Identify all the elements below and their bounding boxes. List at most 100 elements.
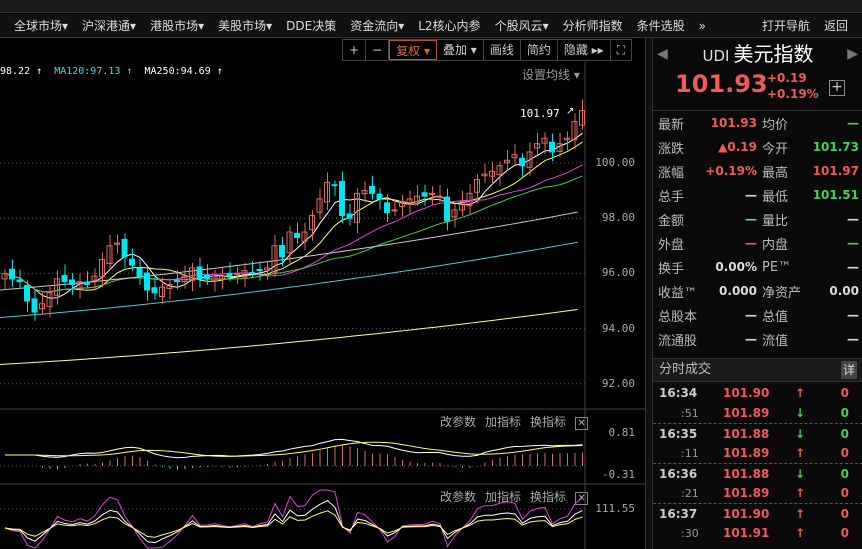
- candle: [9, 268, 15, 280]
- trade-time: :51: [681, 406, 699, 420]
- field-label: 流通股: [658, 333, 698, 349]
- change-params-button[interactable]: 改参数: [440, 490, 476, 504]
- candle: [121, 238, 128, 258]
- trade-volume: 0: [840, 426, 849, 441]
- trade-price: 101.88: [723, 466, 770, 481]
- trade-time: :21: [681, 486, 699, 500]
- candle: [346, 213, 353, 219]
- close-icon[interactable]: ✕: [575, 417, 589, 430]
- candle: [84, 281, 90, 285]
- kline-chart[interactable]: 101.97 ↗: [0, 0, 645, 549]
- price-change: +0.19 +0.19%: [767, 70, 819, 102]
- trade-time: 16:36: [659, 466, 698, 481]
- scrollbar[interactable]: [645, 38, 652, 549]
- arrow-down-icon: ↓: [795, 466, 806, 481]
- field-label: PE™: [762, 259, 792, 275]
- trade-row: :30 101.91 ↑ 0: [653, 523, 862, 543]
- field-label: 总股本: [658, 309, 698, 325]
- trade-price: 101.89: [723, 446, 770, 460]
- field-value: 0.000: [719, 284, 757, 298]
- candle: [249, 271, 255, 274]
- candle: [279, 245, 285, 258]
- field-value: —: [847, 308, 859, 322]
- candle: [421, 192, 428, 197]
- y-tick-label: 96.00: [601, 266, 635, 280]
- add-watchlist-button[interactable]: +: [829, 80, 845, 96]
- trade-time: :30: [681, 526, 699, 540]
- ma10-line: [4, 141, 583, 293]
- quote-panel: ◀ UDI 美元指数 ▶ 101.93 +0.19 +0.19% + 最新 101.9…: [652, 38, 862, 549]
- field-value: 101.97: [812, 164, 859, 178]
- field-label: 量比: [762, 213, 789, 229]
- candle: [69, 279, 75, 285]
- candle: [31, 298, 38, 313]
- candle: [256, 268, 263, 272]
- next-arrow-icon[interactable]: ▶: [847, 46, 858, 62]
- switch-indicator-button[interactable]: 换指标: [530, 490, 566, 504]
- change-params-button[interactable]: 改参数: [440, 415, 476, 429]
- arrow-down-icon: ↓: [795, 426, 806, 441]
- quote-row: 换手 0.00% PE™ —: [653, 255, 862, 279]
- candle: [226, 272, 233, 277]
- candle: [204, 274, 210, 280]
- symbol-name: 美元指数: [733, 42, 814, 66]
- candle: [136, 267, 143, 277]
- last-price: 101.93: [675, 70, 768, 98]
- field-label: 最低: [762, 189, 789, 205]
- open-nav-button[interactable]: 打开导航: [762, 17, 810, 34]
- trade-row: 16:36 101.88 ↓ 0: [653, 463, 862, 483]
- trade-price: 101.90: [723, 506, 770, 521]
- ma20-line: [4, 164, 583, 293]
- candle: [294, 232, 300, 239]
- trade-time: 16:35: [659, 426, 698, 441]
- switch-indicator-button[interactable]: 换指标: [530, 415, 566, 429]
- add-indicator-button[interactable]: 加指标: [485, 415, 521, 429]
- change-value: +0.19: [767, 71, 807, 85]
- candle: [16, 279, 23, 283]
- ma120-line: [0, 241, 578, 319]
- trade-price: 101.88: [723, 426, 770, 441]
- trade-row: :21 101.89 ↑ 0: [653, 483, 862, 503]
- y-tick-label: 94.00: [601, 321, 635, 335]
- candle: [429, 192, 435, 195]
- detail-button[interactable]: 详: [841, 361, 857, 379]
- symbol-title: UDI 美元指数: [653, 38, 862, 70]
- quote-table: 最新 101.93 均价 — 涨跌 ▲0.19 今开 101.73 涨幅 +0.19% 最高 101.…: [653, 110, 862, 351]
- trades-list: 16:34 101.90 ↑ 0:51 101.89 ↓ 0 16:35 101.88 ↓ 0:11…: [653, 383, 862, 543]
- candle: [331, 184, 338, 187]
- field-label: 总值: [762, 309, 789, 325]
- field-label: 今开: [762, 141, 789, 157]
- trade-time: 16:34: [659, 386, 698, 400]
- back-button[interactable]: 返回: [824, 17, 848, 34]
- candle: [24, 285, 30, 302]
- trade-volume: 0: [840, 466, 849, 481]
- quote-row: 收益™ 0.000 净资产 0.00: [653, 279, 862, 303]
- quote-row: 外盘 — 内盘 —: [653, 231, 862, 255]
- close-icon[interactable]: ✕: [575, 492, 589, 505]
- candle: [151, 287, 158, 294]
- candle: [339, 180, 345, 216]
- candle: [144, 272, 150, 291]
- trade-price: 101.91: [723, 526, 770, 540]
- field-label: 均价: [762, 117, 789, 133]
- quote-row: 涨幅 +0.19% 最高 101.97: [653, 159, 862, 183]
- field-label: 金额: [658, 213, 685, 229]
- ma250-line: [0, 309, 578, 365]
- field-label: 涨幅: [658, 165, 685, 181]
- arrow-down-icon: ↓: [795, 406, 806, 420]
- macd-bottom-label: -0.31: [601, 468, 635, 481]
- field-value: —: [745, 332, 757, 346]
- candle: [129, 258, 135, 266]
- field-label: 换手: [658, 261, 685, 277]
- trade-price: 101.89: [723, 486, 770, 500]
- field-label: 内盘: [762, 237, 789, 253]
- arrow-up-icon: ↑: [795, 386, 806, 400]
- trade-row: 16:34 101.90 ↑ 0: [653, 383, 862, 403]
- dea-line: [5, 441, 583, 457]
- candle: [61, 274, 68, 283]
- add-indicator-button[interactable]: 加指标: [485, 490, 521, 504]
- nav-item[interactable]: »: [699, 19, 706, 33]
- symbol-code: UDI: [702, 47, 730, 65]
- trade-row: 16:37 101.90 ↑ 0: [653, 503, 862, 523]
- candle: [519, 157, 525, 167]
